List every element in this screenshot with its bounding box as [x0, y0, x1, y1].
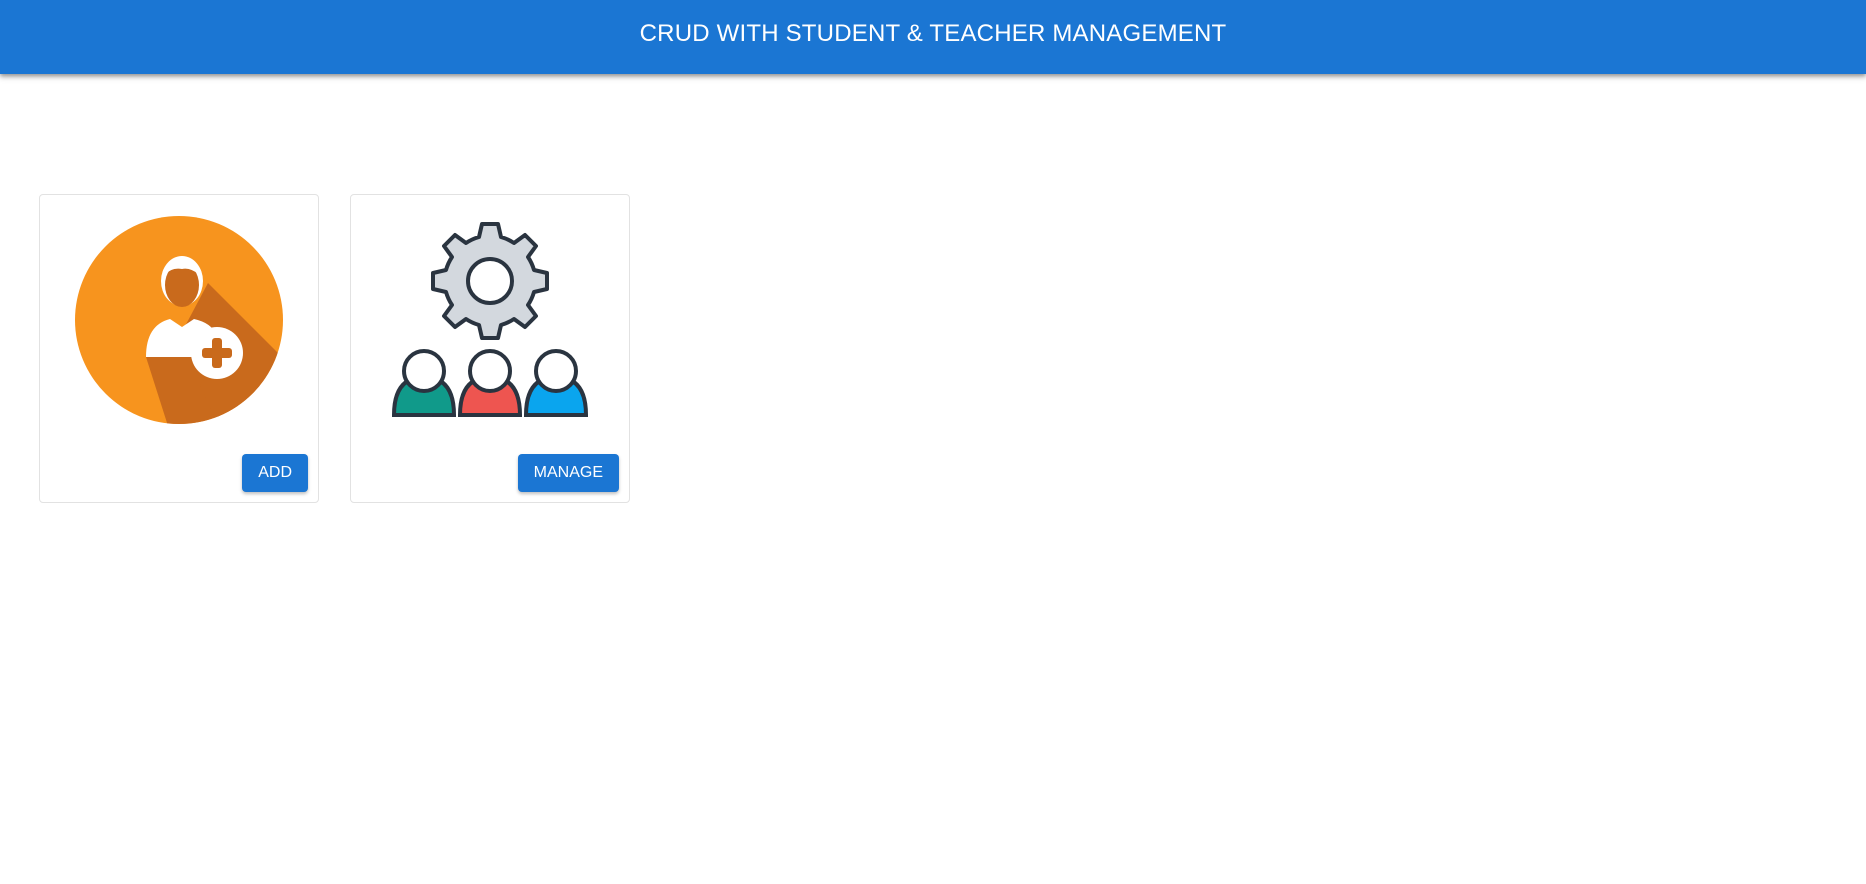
- manage-card: MANAGE: [350, 194, 630, 503]
- add-user-icon: [40, 195, 318, 445]
- page-title: CRUD WITH STUDENT & TEACHER MANAGEMENT: [639, 20, 1227, 47]
- add-card: ADD: [39, 194, 319, 503]
- add-button[interactable]: ADD: [242, 454, 308, 492]
- app-header: CRUD WITH STUDENT & TEACHER MANAGEMENT: [0, 0, 1866, 74]
- manage-users-gear-icon: [351, 195, 629, 445]
- manage-button[interactable]: MANAGE: [517, 454, 619, 492]
